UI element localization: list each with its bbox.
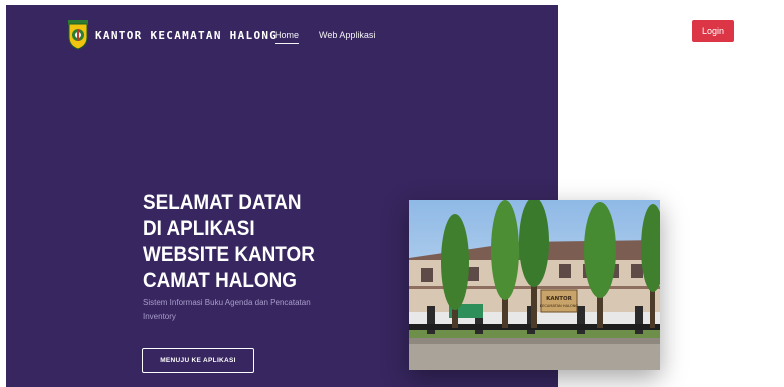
go-to-application-button[interactable]: MENUJU KE APLIKASI: [142, 348, 254, 373]
brand[interactable]: KANTOR KECAMATAN HALONG: [67, 20, 277, 50]
sign-line-2: KECAMATAN HALONG: [540, 304, 579, 308]
office-photo: KANTOR KECAMATAN HALONG: [409, 200, 660, 370]
hero-title: SELAMAT DATAN DI APLIKASI WEBSITE KANTOR…: [143, 191, 315, 292]
login-button[interactable]: Login: [692, 20, 734, 42]
sign-line-1: KANTOR: [546, 296, 573, 302]
office-building-photo: KANTOR KECAMATAN HALONG: [409, 200, 660, 370]
brand-name: KANTOR KECAMATAN HALONG: [95, 28, 278, 42]
hero-subtitle: Sistem Informasi Buku Agenda dan Pencata…: [143, 298, 311, 321]
government-emblem-icon: [68, 20, 88, 50]
nav-web-applikasi[interactable]: Web Applikasi: [319, 30, 375, 40]
nav-home[interactable]: Home: [275, 30, 300, 44]
